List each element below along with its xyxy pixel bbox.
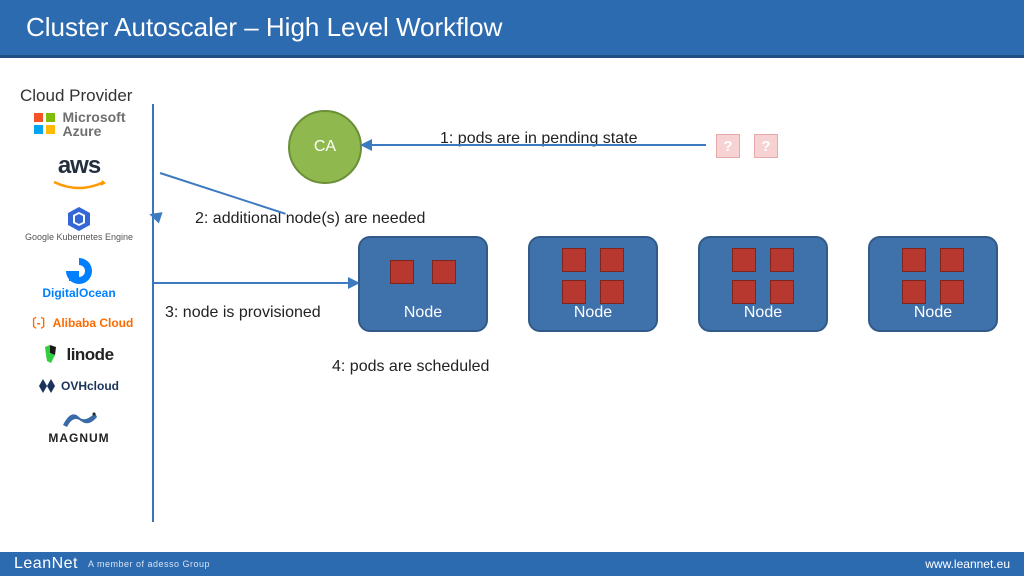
footer-url: www.leannet.eu (925, 557, 1010, 571)
arrow-1-head-icon (360, 139, 372, 151)
step-3-label: 3: node is provisioned (165, 304, 321, 322)
provider-aws: aws (52, 152, 106, 192)
step-2-label: 2: additional node(s) are needed (195, 210, 425, 228)
pods-grid (870, 248, 996, 304)
provider-magnum: MAGNUM (48, 407, 109, 445)
ca-label: CA (314, 138, 336, 156)
pods-grid (360, 260, 486, 284)
pod (600, 280, 624, 304)
azure-icon (33, 112, 57, 136)
pod (390, 260, 414, 284)
arrow-3-line (154, 282, 350, 284)
pod (732, 280, 756, 304)
pending-pod: ? (716, 134, 740, 158)
arrow-1-line (370, 144, 706, 146)
pod (732, 248, 756, 272)
provider-linode: linode (44, 345, 113, 365)
cluster-autoscaler-node: CA (288, 110, 362, 184)
ovh-label: OVHcloud (61, 379, 119, 393)
node-box: Node (698, 236, 828, 332)
pod (940, 280, 964, 304)
provider-digitalocean: DigitalOcean (42, 256, 115, 300)
provider-alibaba: 〔-〕Alibaba Cloud (25, 314, 134, 331)
pod (902, 248, 926, 272)
vertical-divider (152, 104, 154, 522)
aws-label: aws (58, 152, 100, 180)
arrow-2-line (160, 172, 286, 215)
gke-label: Google Kubernetes Engine (25, 232, 133, 242)
pod (562, 280, 586, 304)
azure-label: Microsoft Azure (63, 110, 126, 138)
linode-label: linode (66, 345, 113, 365)
provider-ovh: OVHcloud (39, 379, 119, 393)
linode-icon (44, 345, 60, 365)
nodes-row: Node Node Node (358, 236, 998, 332)
aws-smile-icon (52, 180, 106, 192)
node-label: Node (574, 304, 612, 322)
cloud-provider-list: Microsoft Azure aws Google Kubernetes En… (16, 110, 142, 445)
node-box: Node (528, 236, 658, 332)
digitalocean-icon (64, 256, 94, 286)
pod (940, 248, 964, 272)
provider-gke: Google Kubernetes Engine (25, 206, 133, 242)
brand-name: LeanNet (14, 555, 78, 573)
diagram-area: Cloud Provider Microsoft Azure aws (0, 60, 1024, 552)
node-box: Node (868, 236, 998, 332)
pods-grid (700, 248, 826, 304)
ovh-icon (39, 379, 55, 393)
pod (562, 248, 586, 272)
page-title: Cluster Autoscaler – High Level Workflow (26, 12, 502, 43)
node-label: Node (744, 304, 782, 322)
cloud-provider-heading: Cloud Provider (20, 86, 132, 106)
provider-azure: Microsoft Azure (33, 110, 126, 138)
node-label: Node (914, 304, 952, 322)
pods-grid (530, 248, 656, 304)
magnum-label: MAGNUM (48, 431, 109, 445)
pod (770, 248, 794, 272)
footer-bar: LeanNet A member of adesso Group www.lea… (0, 552, 1024, 576)
title-bar: Cluster Autoscaler – High Level Workflow (0, 0, 1024, 58)
pod (770, 280, 794, 304)
arrow-2-head-icon (147, 208, 162, 223)
magnum-icon (59, 407, 99, 431)
step-4-label: 4: pods are scheduled (332, 358, 489, 376)
gke-icon (66, 206, 92, 232)
node-label: Node (404, 304, 442, 322)
pod (902, 280, 926, 304)
pod (432, 260, 456, 284)
footer-brand: LeanNet A member of adesso Group (14, 555, 210, 573)
digitalocean-label: DigitalOcean (42, 286, 115, 300)
pending-pod: ? (754, 134, 778, 158)
brand-tagline: A member of adesso Group (88, 560, 210, 569)
pod (600, 248, 624, 272)
node-box: Node (358, 236, 488, 332)
